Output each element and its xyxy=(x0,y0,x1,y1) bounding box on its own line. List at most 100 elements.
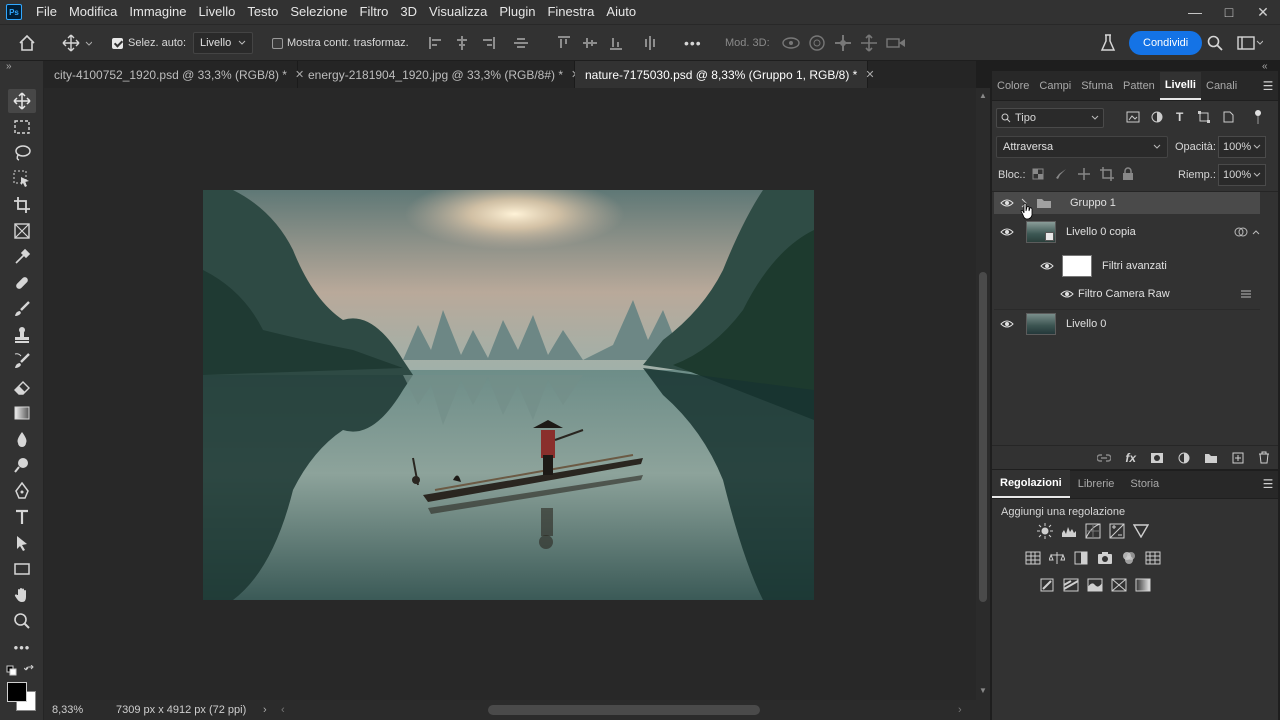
menu-modifica[interactable]: Modifica xyxy=(63,0,123,24)
layer-row-copy[interactable]: Livello 0 copia xyxy=(994,219,1260,245)
color-lookup-icon[interactable] xyxy=(1145,550,1161,566)
flask-icon[interactable] xyxy=(1100,25,1116,61)
brush-tool-icon[interactable] xyxy=(8,297,36,321)
fill-input[interactable]: 100% xyxy=(1218,164,1266,186)
healing-brush-tool-icon[interactable] xyxy=(8,271,36,295)
history-brush-tool-icon[interactable] xyxy=(8,349,36,373)
lock-transparent-icon[interactable] xyxy=(1032,168,1044,180)
collapse-effects-icon[interactable] xyxy=(1252,229,1260,235)
gradient-map-icon[interactable] xyxy=(1135,577,1151,593)
filter-options-icon[interactable] xyxy=(1240,289,1252,299)
camera-raw-filter-row[interactable]: Filtro Camera Raw xyxy=(994,283,1260,305)
orbit-3d-icon[interactable] xyxy=(781,25,801,61)
layer-thumbnail[interactable] xyxy=(1026,221,1056,243)
share-button[interactable]: Condividi xyxy=(1129,31,1203,55)
menu-file[interactable]: File xyxy=(30,0,63,24)
path-select-tool-icon[interactable] xyxy=(8,531,36,555)
status-arrow-icon[interactable]: › xyxy=(263,704,267,716)
menu-testo[interactable]: Testo xyxy=(241,0,284,24)
panel-menu-icon[interactable]: ☰ xyxy=(1258,470,1278,498)
hue-saturation-icon[interactable] xyxy=(1025,550,1041,566)
clone-stamp-tool-icon[interactable] xyxy=(8,323,36,347)
lasso-tool-icon[interactable] xyxy=(8,141,36,165)
tab-librerie[interactable]: Librerie xyxy=(1070,470,1123,498)
smart-filters-row[interactable]: Filtri avanzati xyxy=(994,251,1260,281)
delete-layer-icon[interactable] xyxy=(1258,451,1270,464)
align-middle-v-icon[interactable] xyxy=(582,25,598,61)
vertical-scroll-thumb[interactable] xyxy=(979,272,987,602)
align-left-icon[interactable] xyxy=(428,25,444,61)
crop-tool-icon[interactable] xyxy=(8,193,36,217)
layer-row-base[interactable]: Livello 0 xyxy=(994,309,1260,337)
show-transform-checkbox[interactable] xyxy=(272,37,283,49)
layer-filter-select[interactable]: Tipo xyxy=(996,108,1104,128)
type-tool-icon[interactable] xyxy=(8,505,36,529)
hand-tool-icon[interactable] xyxy=(8,583,36,607)
video-3d-icon[interactable] xyxy=(886,25,906,61)
workspace-icon[interactable] xyxy=(1237,25,1263,61)
filter-shape-icon[interactable] xyxy=(1198,111,1210,123)
filter-mask-thumbnail[interactable] xyxy=(1062,255,1092,277)
channel-mixer-icon[interactable] xyxy=(1121,550,1137,566)
tab-energy[interactable]: energy-2181904_1920.jpg @ 33,3% (RGB/8#)… xyxy=(298,61,580,88)
visibility-eye-icon[interactable] xyxy=(1058,289,1076,299)
tab-sfumature[interactable]: Sfuma xyxy=(1076,72,1118,100)
pen-tool-icon[interactable] xyxy=(8,479,36,503)
visibility-eye-icon[interactable] xyxy=(994,319,1020,329)
vertical-scrollbar[interactable]: ▲ ▼ xyxy=(976,88,990,700)
canvas-area[interactable] xyxy=(44,88,976,700)
visibility-eye-icon[interactable] xyxy=(994,227,1020,237)
close-tab-icon[interactable]: ✕ xyxy=(865,68,874,81)
object-select-tool-icon[interactable] xyxy=(8,167,36,191)
horizontal-scroll-thumb[interactable] xyxy=(488,705,760,715)
color-balance-icon[interactable] xyxy=(1049,550,1065,566)
new-layer-icon[interactable] xyxy=(1232,452,1244,464)
selective-color-icon[interactable] xyxy=(1111,577,1127,593)
menu-filtro[interactable]: Filtro xyxy=(354,0,395,24)
gradient-tool-icon[interactable] xyxy=(8,401,36,425)
threshold-icon[interactable] xyxy=(1087,577,1103,593)
tab-regolazioni[interactable]: Regolazioni xyxy=(992,470,1070,498)
zoom-level[interactable]: 8,33% xyxy=(52,704,83,716)
visibility-eye-icon[interactable] xyxy=(994,198,1020,208)
scroll-right-icon[interactable]: › xyxy=(958,704,962,716)
maximize-icon[interactable]: □ xyxy=(1212,0,1246,24)
menu-aiuto[interactable]: Aiuto xyxy=(600,0,642,24)
distribute-icon[interactable] xyxy=(513,25,529,61)
pan-3d-icon[interactable] xyxy=(834,25,852,61)
brightness-contrast-icon[interactable] xyxy=(1037,523,1053,539)
vibrance-icon[interactable] xyxy=(1133,523,1149,539)
tab-city[interactable]: city-4100752_1920.psd @ 33,3% (RGB/8) * … xyxy=(44,61,304,88)
search-icon[interactable] xyxy=(1207,25,1223,61)
scroll-left-icon[interactable]: ‹ xyxy=(281,704,285,716)
menu-plugin[interactable]: Plugin xyxy=(493,0,541,24)
auto-select-checkbox[interactable] xyxy=(112,37,123,49)
move-tool-preset-icon[interactable] xyxy=(62,25,92,61)
menu-livello[interactable]: Livello xyxy=(192,0,241,24)
swap-colors-icon[interactable] xyxy=(24,665,36,677)
opacity-input[interactable]: 100% xyxy=(1218,136,1266,158)
black-white-icon[interactable] xyxy=(1073,550,1089,566)
menu-visualizza[interactable]: Visualizza xyxy=(423,0,493,24)
home-icon[interactable] xyxy=(18,25,36,61)
lock-image-icon[interactable] xyxy=(1055,168,1067,180)
exposure-icon[interactable] xyxy=(1109,523,1125,539)
tab-nature[interactable]: nature-7175030.psd @ 8,33% (Gruppo 1, RG… xyxy=(575,61,875,88)
align-center-h-icon[interactable] xyxy=(454,25,470,61)
lock-all-icon[interactable] xyxy=(1122,167,1134,181)
eyedropper-tool-icon[interactable] xyxy=(8,245,36,269)
filter-smart-object-icon[interactable] xyxy=(1222,111,1234,123)
eraser-tool-icon[interactable] xyxy=(8,375,36,399)
link-layers-icon[interactable] xyxy=(1097,453,1112,463)
layer-style-icon[interactable]: fx xyxy=(1125,451,1136,465)
curves-icon[interactable] xyxy=(1085,523,1101,539)
marquee-tool-icon[interactable] xyxy=(8,115,36,139)
new-adjustment-icon[interactable] xyxy=(1178,452,1190,464)
panel-menu-icon[interactable]: ☰ xyxy=(1258,72,1278,100)
dodge-tool-icon[interactable] xyxy=(8,453,36,477)
minimize-icon[interactable]: — xyxy=(1178,0,1212,24)
scroll-up-icon[interactable]: ▲ xyxy=(979,91,987,100)
more-options-button[interactable]: ••• xyxy=(684,25,702,61)
add-mask-icon[interactable] xyxy=(1150,452,1164,464)
foreground-color-swatch[interactable] xyxy=(7,682,27,702)
